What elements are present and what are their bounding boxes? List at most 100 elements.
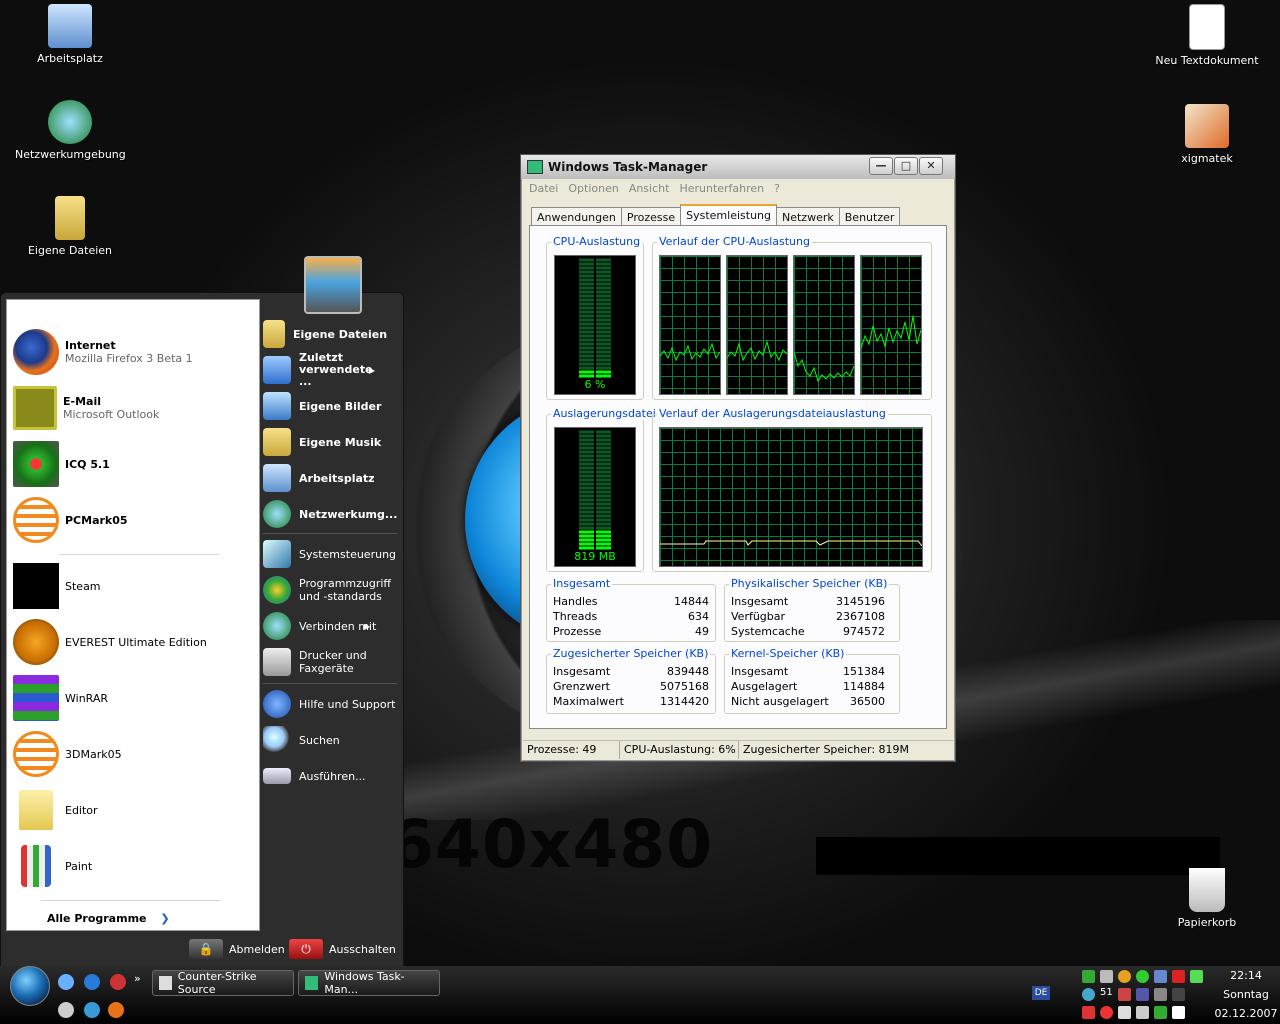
pagefile-meter-segment: [596, 462, 611, 466]
start-menu: Internet Mozilla Firefox 3 Beta 1 E-Mail M…: [0, 292, 404, 966]
tray-icon-safe-remove[interactable]: [1172, 1006, 1185, 1019]
right-netzwerk[interactable]: Netzwerkumg...: [263, 499, 397, 529]
menu-ansicht[interactable]: Ansicht: [629, 182, 670, 195]
right-eigene-musik[interactable]: Eigene Musik: [263, 427, 381, 457]
quicklaunch-firefox-icon[interactable]: [108, 1002, 124, 1018]
status-bar: Prozesse: 49 CPU-Auslastung: 6% Zugesich…: [523, 740, 953, 759]
right-eigene-bilder[interactable]: Eigene Bilder: [263, 391, 381, 421]
stat-value: 36500: [850, 695, 885, 708]
desktop-icon-netzwerk[interactable]: Netzwerkumgebung: [15, 100, 126, 161]
tray-icon-ati[interactable]: [1172, 970, 1185, 983]
pinned-pcmark[interactable]: PCMark05: [13, 494, 128, 546]
quicklaunch-settings-icon[interactable]: [58, 974, 74, 990]
tray-icon-8[interactable]: [1118, 1006, 1131, 1019]
shutdown-button[interactable]: ⏻ Ausschalten: [289, 939, 396, 959]
cpu-history-graph-3: [793, 255, 855, 395]
pinned-email[interactable]: E-Mail Microsoft Outlook: [13, 382, 159, 434]
quicklaunch-globe-icon[interactable]: [84, 1002, 100, 1018]
desktop-icon-arbeitsplatz[interactable]: Arbeitsplatz: [15, 4, 125, 65]
task-manager-window[interactable]: Windows Task-Manager — □ ✕ Datei Optione…: [520, 154, 956, 762]
quicklaunch-player-icon[interactable]: [58, 1002, 74, 1018]
tray-icon-9[interactable]: [1154, 1006, 1167, 1019]
pagefile-meter-segment: [579, 490, 594, 494]
stat-label: Handles: [553, 595, 598, 608]
right-verbinden[interactable]: Verbinden mit ▶: [263, 611, 376, 641]
tray-icon-3[interactable]: [1118, 988, 1131, 1001]
pinned-internet[interactable]: Internet Mozilla Firefox 3 Beta 1: [13, 326, 193, 378]
tray-icon-7[interactable]: [1082, 1006, 1095, 1019]
pagefile-meter-segment: [579, 486, 594, 490]
tray-icon-1[interactable]: [1082, 970, 1095, 983]
right-zuletzt[interactable]: Zuletzt verwendete ... ▶: [263, 352, 381, 388]
tray-icon-steam[interactable]: [1100, 970, 1113, 983]
menu-datei[interactable]: Datei: [529, 182, 558, 195]
volume-icon[interactable]: [1136, 1006, 1149, 1019]
right-drucker[interactable]: Drucker und Faxgeräte: [263, 645, 379, 679]
tray-icon-network[interactable]: [1154, 970, 1167, 983]
tray-number: 51: [1100, 987, 1113, 998]
pagefile-meter-segment: [579, 518, 594, 522]
desktop-icon-xigmatek[interactable]: xigmatek: [1152, 104, 1262, 165]
tray-icon-battery[interactable]: [1190, 970, 1203, 983]
desktop-icon-textdokument[interactable]: Neu Textdokument: [1152, 4, 1262, 67]
recent-paint[interactable]: Paint: [13, 840, 92, 892]
menu-help[interactable]: ?: [774, 182, 780, 195]
logoff-button[interactable]: 🔒 Abmelden: [189, 939, 285, 959]
desktop-icon-eigene-dateien[interactable]: Eigene Dateien: [15, 196, 125, 257]
taskbar-button-task-manager[interactable]: Windows Task-Man...: [298, 970, 440, 996]
tray-icon-everest[interactable]: [1118, 970, 1131, 983]
cpu-meter-segment-lit: [596, 370, 611, 374]
tray-icon-2[interactable]: [1082, 988, 1095, 1001]
right-arbeitsplatz[interactable]: Arbeitsplatz: [263, 463, 375, 493]
network-globe-icon: [48, 100, 92, 144]
start-button[interactable]: [10, 966, 50, 1006]
pagefile-meter-segment: [596, 434, 611, 438]
recent-winrar[interactable]: WinRAR: [13, 672, 108, 724]
recent-documents-icon: [263, 356, 291, 384]
menu-herunterfahren[interactable]: Herunterfahren: [679, 182, 764, 195]
minimize-button[interactable]: —: [869, 157, 893, 175]
stat-value: 14844: [674, 595, 709, 608]
program-access-icon: [263, 576, 291, 604]
taskbar-button-counter-strike[interactable]: Counter-Strike Source: [152, 970, 294, 996]
all-programs-button[interactable]: Alle Programme ❯: [47, 912, 170, 925]
pagefile-meter-segment: [596, 478, 611, 482]
pinned-icq[interactable]: ICQ 5.1: [13, 438, 110, 490]
tray-icon-antivirus[interactable]: [1100, 1006, 1113, 1019]
pagefile-meter-segment: [596, 518, 611, 522]
tray-icon-4[interactable]: [1136, 988, 1149, 1001]
recent-editor[interactable]: Editor: [13, 784, 98, 836]
cpu-meter-segment: [596, 322, 611, 326]
help-icon: [263, 690, 291, 718]
recent-everest[interactable]: EVEREST Ultimate Edition: [13, 616, 207, 668]
stat-label: Systemcache: [731, 625, 805, 638]
user-picture[interactable]: [304, 256, 362, 314]
maximize-button[interactable]: □: [894, 157, 918, 175]
title-bar[interactable]: Windows Task-Manager — □ ✕: [521, 155, 955, 179]
desktop-icon-papierkorb[interactable]: Papierkorb: [1152, 868, 1262, 929]
quicklaunch-media-icon[interactable]: [110, 974, 126, 990]
cpu-meter-segment: [596, 330, 611, 334]
tray-icon-icq[interactable]: [1136, 970, 1149, 983]
tray-icon-5[interactable]: [1154, 988, 1167, 1001]
tray-icon-6[interactable]: [1172, 988, 1185, 1001]
pagefile-meter-segment-lit: [596, 534, 611, 538]
right-programmzugriff[interactable]: Programmzugriff und -standards: [263, 573, 391, 607]
pagefile-meter-segment: [579, 522, 594, 526]
right-ausfuehren[interactable]: Ausführen...: [263, 761, 366, 791]
right-hilfe[interactable]: Hilfe und Support: [263, 689, 395, 719]
menu-optionen[interactable]: Optionen: [568, 182, 618, 195]
language-indicator[interactable]: DE: [1032, 986, 1050, 1000]
recent-3dmark[interactable]: 3DMark05: [13, 728, 122, 780]
right-eigene-dateien[interactable]: Eigene Dateien: [263, 319, 387, 349]
quicklaunch-overflow-icon[interactable]: »: [134, 972, 141, 985]
close-button[interactable]: ✕: [919, 157, 943, 175]
quicklaunch-ie-icon[interactable]: [84, 974, 100, 990]
pagefile-history-title: Verlauf der Auslagerungsdateiauslastung: [657, 407, 888, 420]
right-suchen[interactable]: Suchen: [263, 725, 340, 755]
pagefile-meter-segment: [596, 486, 611, 490]
recent-steam[interactable]: Steam: [13, 560, 101, 612]
right-systemsteuerung[interactable]: Systemsteuerung: [263, 539, 396, 569]
connect-globe-icon: [263, 612, 291, 640]
clock[interactable]: 22:14 Sonntag 02.12.2007: [1212, 966, 1280, 1023]
